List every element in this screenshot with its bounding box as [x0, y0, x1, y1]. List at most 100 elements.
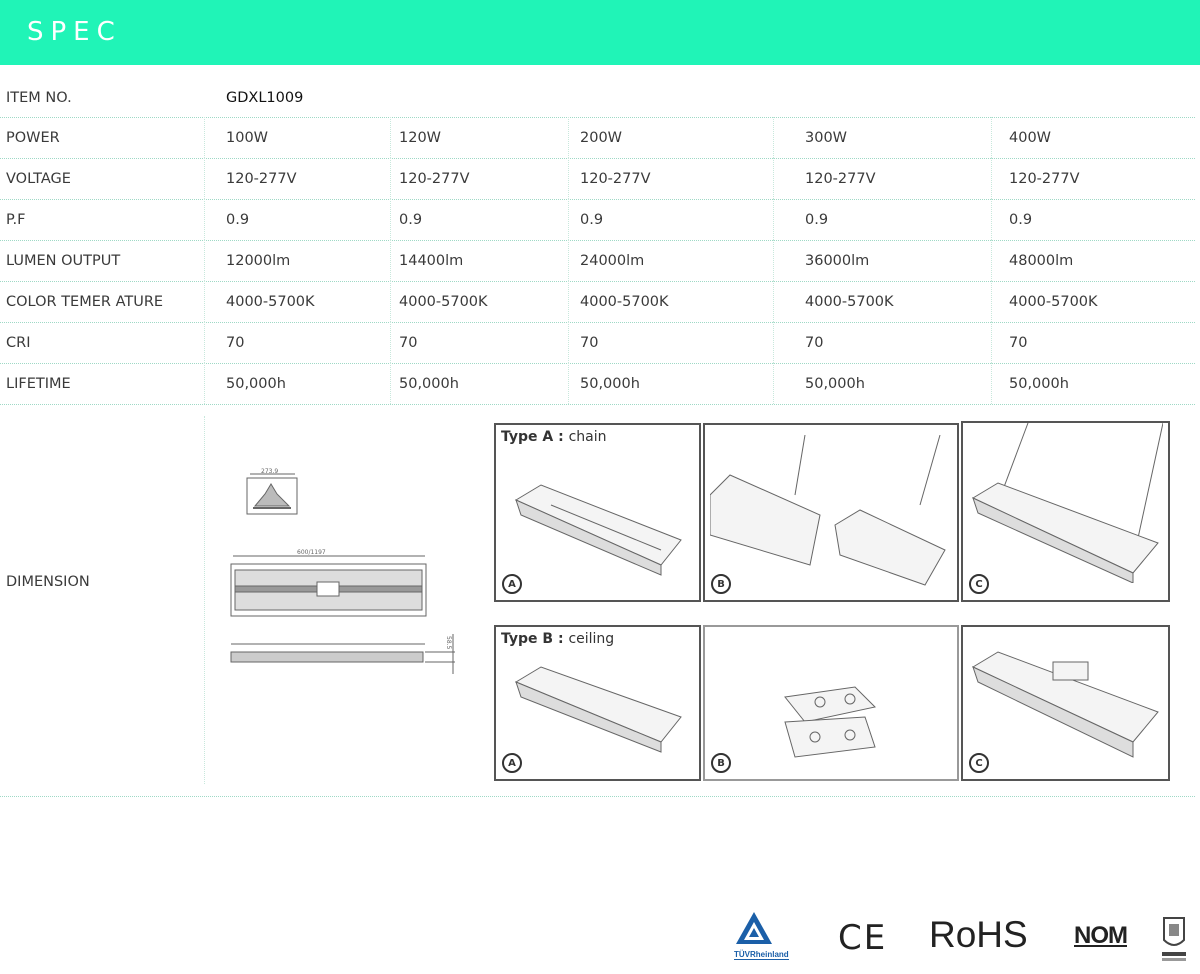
table-row: COLOR TEMER ATURE 4000-5700K 4000-5700K 400… [0, 281, 1195, 323]
table-cell: 0.9 [1009, 211, 1033, 228]
table-cell: 24000lm [580, 252, 645, 269]
column-divider [568, 363, 569, 404]
divider [204, 416, 205, 784]
column-divider [991, 363, 992, 404]
ce-mark: CE [838, 918, 888, 958]
row-label: CRI [6, 334, 31, 351]
tag-a: A [502, 753, 522, 773]
table-cell: 120-277V [399, 170, 470, 187]
column-divider [390, 322, 391, 363]
table-cell: 70 [226, 334, 245, 351]
table-cell: 120-277V [226, 170, 297, 187]
table-cell: 50,000h [580, 375, 640, 392]
column-divider [204, 281, 205, 322]
column-divider [204, 363, 205, 404]
table-cell: 120-277V [580, 170, 651, 187]
row-label: COLOR TEMER ATURE [6, 293, 164, 310]
table-row: P.F 0.9 0.9 0.9 0.9 0.9 [0, 199, 1195, 241]
column-divider [991, 117, 992, 158]
mount-bracket-illustration [784, 686, 877, 758]
column-divider [204, 117, 205, 158]
rohs-mark: RoHS [929, 914, 1028, 955]
column-divider [991, 158, 992, 199]
table-cell: 200W [580, 129, 623, 146]
table-cell: 50,000h [226, 375, 286, 392]
table-row: LIFETIME 50,000h 50,000h 50,000h 50,000h 50,0… [0, 363, 1195, 405]
column-divider [773, 199, 774, 240]
column-divider [390, 117, 391, 158]
column-divider [204, 240, 205, 281]
column-divider [568, 322, 569, 363]
table-cell: 50,000h [805, 375, 865, 392]
row-label: ITEM NO. [6, 89, 72, 106]
bureau-veritas-icon [1158, 914, 1190, 968]
dimension-drawing: 273.9 600/1197 58.5 [230, 468, 455, 674]
row-label: LUMEN OUTPUT [6, 252, 121, 269]
table-row: LUMEN OUTPUT 12000lm 14400lm 24000lm 36000lm… [0, 240, 1195, 282]
table-cell: 0.9 [226, 211, 250, 228]
column-divider [991, 281, 992, 322]
table-cell: 70 [1009, 334, 1028, 351]
column-divider [773, 117, 774, 158]
row-label: POWER [6, 129, 60, 146]
column-divider [568, 281, 569, 322]
table-cell: 0.9 [805, 211, 829, 228]
column-divider [991, 322, 992, 363]
column-divider [204, 322, 205, 363]
column-divider [568, 117, 569, 158]
fixture-illustration [514, 484, 682, 576]
type-a-title: Type A : chain [501, 429, 607, 445]
table-row: VOLTAGE 120-277V 120-277V 120-277V 120-277V 1… [0, 158, 1195, 200]
tag-c: C [969, 574, 989, 594]
tag-b: B [711, 753, 731, 773]
column-divider [773, 240, 774, 281]
column-divider [390, 158, 391, 199]
table-cell: 4000-5700K [399, 293, 488, 310]
column-divider [773, 158, 774, 199]
nom-mark: NOM [1074, 922, 1128, 949]
table-cell: 50,000h [399, 375, 459, 392]
table-row-item-no: ITEM NO. GDXL1009 [0, 78, 1195, 118]
type-a-panel-b: B [703, 423, 959, 602]
table-cell: 120-277V [805, 170, 876, 187]
row-label: LIFETIME [6, 375, 71, 392]
fixture-illustration [971, 423, 1163, 583]
column-divider [568, 199, 569, 240]
dimension-section: DIMENSION 273.9 600/1197 58.5 Type A: c… [0, 404, 1195, 797]
type-b-panel-c: C [961, 625, 1170, 781]
column-divider [991, 199, 992, 240]
table-row: CRI 70 70 70 70 70 [0, 322, 1195, 364]
table-cell: 400W [1009, 129, 1052, 146]
table-cell: 120-277V [1009, 170, 1080, 187]
fixture-illustration [971, 651, 1159, 758]
table-cell: 120W [399, 129, 442, 146]
table-cell: 0.9 [580, 211, 604, 228]
column-divider [773, 363, 774, 404]
column-divider [204, 199, 205, 240]
header-bar: SPEC [0, 0, 1200, 65]
type-a-panel-a: Type A : chain A [494, 423, 701, 602]
page-title: SPEC [27, 17, 122, 47]
type-b-panel-a: Type B : ceiling A [494, 625, 701, 781]
table-cell: 12000lm [226, 252, 291, 269]
tuv-rheinland-logo: TÜVRheinland [732, 910, 798, 960]
column-divider [568, 240, 569, 281]
table-cell: 50,000h [1009, 375, 1069, 392]
type-a-panel-c: C [961, 421, 1170, 602]
table-cell: 70 [580, 334, 599, 351]
table-cell: 70 [805, 334, 824, 351]
table-cell: 36000lm [805, 252, 870, 269]
column-divider [204, 158, 205, 199]
fixture-illustration [514, 666, 682, 753]
tag-b: B [711, 574, 731, 594]
row-label: DIMENSION [6, 574, 90, 590]
svg-text:58.5: 58.5 [445, 636, 452, 650]
column-divider [991, 240, 992, 281]
column-divider [390, 363, 391, 404]
type-b-title: Type B : ceiling [501, 631, 615, 647]
table-cell: 4000-5700K [805, 293, 894, 310]
column-divider [568, 158, 569, 199]
table-cell: 70 [399, 334, 418, 351]
table-cell: 0.9 [399, 211, 423, 228]
table-cell: 14400lm [399, 252, 464, 269]
